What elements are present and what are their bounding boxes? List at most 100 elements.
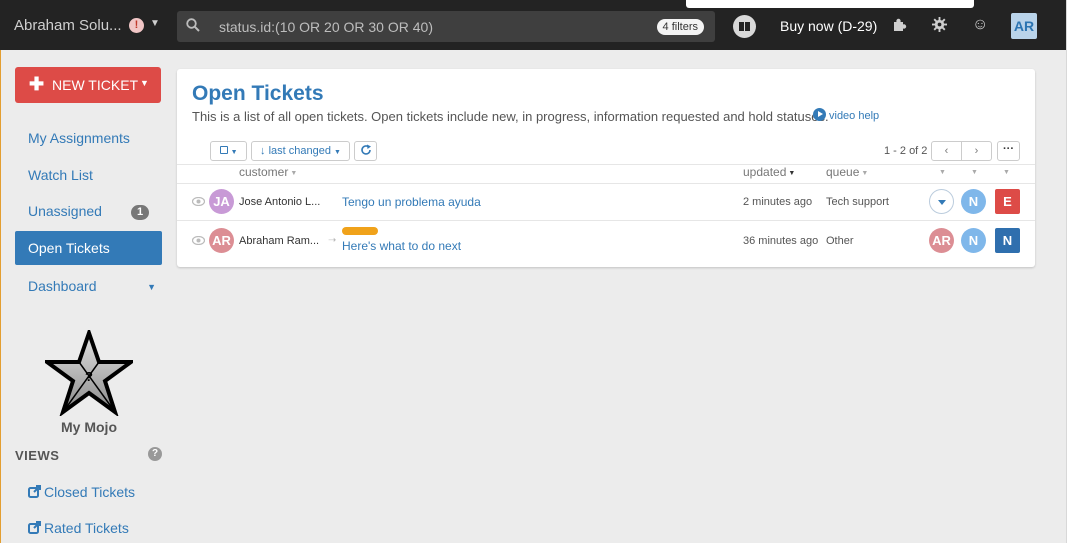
updated-time: 2 minutes ago [743, 196, 813, 208]
next-page-button[interactable]: › [961, 141, 992, 161]
view-item-rated-tickets[interactable]: Rated Tickets [28, 520, 129, 536]
new-ticket-button[interactable]: ✚ NEW TICKET ▼ [15, 67, 161, 103]
page-description: This is a list of all open tickets. Open… [192, 109, 829, 124]
smile-icon[interactable]: ☺ [972, 17, 988, 33]
chevron-right-icon: › [974, 145, 979, 157]
filters-badge[interactable]: 4 filters [656, 19, 704, 35]
sidebar-item-label: Open Tickets [28, 240, 110, 256]
chevron-down-icon[interactable]: ▼ [147, 282, 156, 292]
alert-icon[interactable]: ! [129, 18, 144, 33]
sort-label: last changed [268, 145, 331, 157]
chevron-down-icon[interactable]: ▼ [140, 78, 149, 88]
sidebar-item-dashboard[interactable]: Dashboard ▼ [15, 269, 162, 303]
tickets-panel: Open Tickets This is a list of all open … [177, 69, 1035, 267]
mojo-glyph: ? [85, 369, 93, 384]
customer-name[interactable]: Abraham Ram... [239, 235, 319, 247]
divider [177, 164, 1035, 165]
customer-name[interactable]: Jose Antonio L... [239, 196, 320, 208]
pager-text: 1 - 2 of 2 [884, 145, 928, 157]
video-help-link[interactable]: video help [813, 108, 879, 122]
column-priority-caret-icon[interactable]: ▼ [1003, 169, 1010, 176]
search-input[interactable] [219, 17, 639, 36]
updated-time: 36 minutes ago [743, 235, 819, 247]
sidebar-item-unassigned[interactable]: Unassigned 1 [15, 194, 162, 228]
popover-edge [686, 0, 974, 8]
sidebar-item-label: Unassigned [28, 203, 102, 219]
agent-avatar[interactable]: N [961, 189, 986, 214]
scrollbar[interactable] [1066, 0, 1076, 543]
column-agent-caret-icon[interactable]: ▼ [971, 169, 978, 176]
refresh-icon [360, 144, 371, 155]
checkbox-icon [219, 146, 228, 154]
sort-dropdown[interactable]: ↓ last changed ▼ [251, 141, 350, 161]
mojo-star-icon[interactable]: ? [45, 330, 133, 416]
company-name[interactable]: Abraham Solu... [14, 17, 122, 34]
sidebar-item-label: My Assignments [28, 130, 130, 146]
view-item-closed-tickets[interactable]: Closed Tickets [28, 484, 135, 500]
view-item-label: Closed Tickets [44, 484, 136, 500]
mojo-label: My Mojo [61, 419, 117, 435]
column-label: updated [743, 165, 787, 179]
user-avatar[interactable]: AR [1011, 13, 1037, 39]
queue-name: Other [826, 235, 854, 247]
forward-arrow-icon: ➝ [328, 235, 337, 246]
priority-badge[interactable]: E [995, 189, 1020, 214]
external-link-icon [28, 521, 41, 534]
column-label: customer [239, 165, 289, 179]
video-help-label: video help [829, 110, 880, 122]
window-edge [0, 50, 1, 543]
more-options-button[interactable]: ··· [997, 141, 1020, 161]
tag-label[interactable] [342, 227, 378, 235]
column-header-customer[interactable]: customer ▼ [239, 165, 297, 179]
avatar[interactable]: AR [209, 228, 234, 253]
column-header-updated[interactable]: updated ▼ [743, 165, 795, 179]
sidebar-item-my-assignments[interactable]: My Assignments [15, 121, 162, 155]
priority-badge[interactable]: N [995, 228, 1020, 253]
play-icon [813, 108, 826, 121]
sidebar-item-watch-list[interactable]: Watch List [15, 158, 162, 192]
sidebar-item-open-tickets[interactable]: Open Tickets [15, 231, 162, 265]
column-status-caret-icon[interactable]: ▼ [939, 169, 946, 176]
more-icon: ··· [1003, 143, 1014, 155]
chevron-left-icon: ‹ [944, 145, 949, 157]
eye-icon[interactable] [192, 236, 205, 245]
chevron-down-icon: ▼ [230, 149, 238, 156]
refresh-button[interactable] [354, 141, 377, 161]
count-badge: 1 [131, 205, 149, 220]
sort-caret-icon: ▼ [788, 170, 796, 177]
gear-icon[interactable] [932, 17, 947, 32]
new-ticket-label: NEW TICKET [52, 77, 139, 93]
agent-avatar[interactable]: N [961, 228, 986, 253]
eye-icon[interactable] [192, 197, 205, 206]
prev-page-button[interactable]: ‹ [931, 141, 962, 161]
page-title: Open Tickets [192, 82, 324, 105]
buy-now-link[interactable]: Buy now (D-29) [780, 18, 877, 34]
chevron-down-icon[interactable]: ▼ [150, 18, 160, 29]
plus-icon: ✚ [29, 74, 45, 94]
divider [177, 220, 1035, 221]
sort-caret-icon: ▼ [290, 170, 298, 177]
column-header-queue[interactable]: queue ▼ [826, 165, 868, 179]
help-icon[interactable]: ? [148, 447, 162, 461]
search-bar[interactable]: 4 filters [177, 11, 715, 42]
avatar[interactable]: JA [209, 189, 234, 214]
queue-name: Tech support [826, 196, 889, 208]
sidebar-item-label: Watch List [28, 167, 93, 183]
view-item-label: Rated Tickets [44, 520, 129, 536]
sort-arrow-icon: ↓ [260, 145, 266, 157]
status-dropdown[interactable] [929, 189, 954, 214]
status-avatar[interactable]: AR [929, 228, 954, 253]
chevron-down-icon: ▼ [334, 149, 341, 156]
views-heading: VIEWS [15, 448, 60, 463]
external-link-icon [28, 485, 41, 498]
divider [177, 183, 1035, 184]
ticket-subject[interactable]: Here's what to do next [342, 239, 461, 253]
book-icon[interactable] [733, 15, 756, 38]
puzzle-icon[interactable] [893, 18, 907, 32]
sidebar-item-label: Dashboard [28, 278, 97, 294]
ticket-subject[interactable]: Tengo un problema ayuda [342, 195, 481, 209]
sort-caret-icon: ▼ [861, 170, 869, 177]
column-label: queue [826, 165, 860, 179]
search-icon [186, 18, 200, 32]
select-all-dropdown[interactable]: ▼ [210, 141, 247, 161]
